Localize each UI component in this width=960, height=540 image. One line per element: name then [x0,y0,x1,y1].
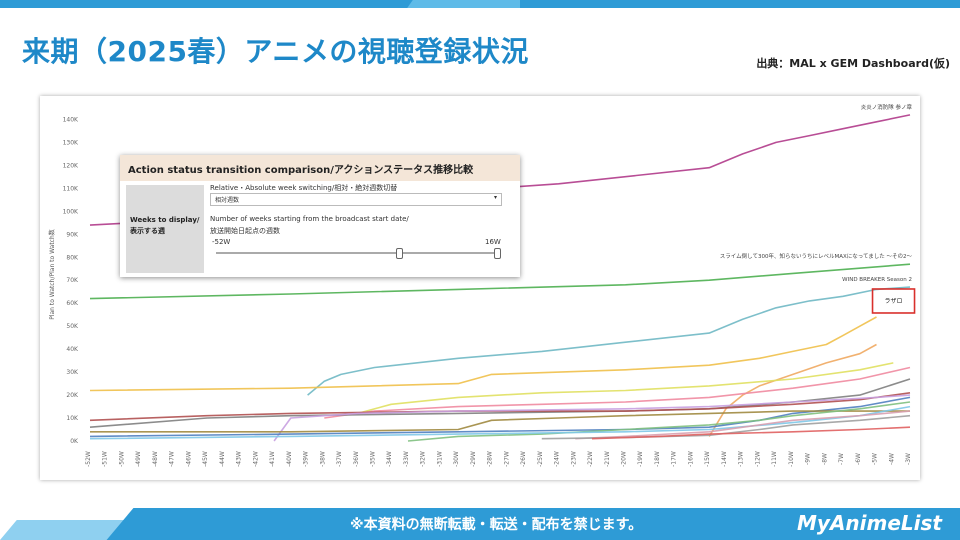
x-tick-label: -24W [554,451,561,467]
top-band-right [520,0,960,8]
filter-panel-title: Action status transition comparison/アクショ… [128,165,474,176]
y-tick-label: 70K [66,277,79,284]
weeks-to-display-label: Weeks to display/ 表示する週 [130,216,200,235]
x-tick-label: -32W [420,451,427,467]
weeks-range-label: Number of weeks starting from the broadc… [210,215,409,223]
x-tick-label: -45W [202,451,209,467]
x-tick-label: -31W [436,451,443,467]
footnote: ※本資料の無断転載・転送・配布を禁じます。 [350,517,643,533]
x-tick-label: -20W [621,451,628,467]
source-note: 出典：MAL x GEM Dashboard(仮) [756,57,950,70]
x-tick-label: -29W [470,451,477,467]
y-tick-label: 60K [66,300,79,307]
x-tick-label: -48W [152,451,159,467]
week-switch-label: Relative・Absolute week switching/相対・絶対週数… [210,184,398,192]
y-tick-label: 120K [63,162,79,169]
range-min-label: -52W [212,238,231,246]
y-tick-label: 30K [66,369,79,376]
y-tick-label: 90K [66,231,79,238]
filter-panel-side: Weeks to display/ 表示する週 [126,185,204,273]
y-tick-label: 40K [66,346,79,353]
x-tick-label: -7W [838,453,845,465]
x-tick-label: -15W [704,451,711,467]
range-max-label: 16W [485,238,501,246]
x-tick-label: -27W [503,451,510,467]
x-tick-label: -8W [821,453,828,465]
x-tick-label: -23W [570,451,577,467]
series-line [541,414,911,440]
x-tick-label: -4W [888,453,895,465]
week-switch-value: 相対週数 [215,197,240,204]
x-tick-label: -52W [85,451,92,467]
chart-frame: Plan to Watch/Plan to Watch数 0K 10K 20K 30K 4… [40,96,920,480]
x-tick-label: -49W [135,451,142,467]
x-tick-label: -50W [118,451,125,467]
y-tick-label: 130K [63,139,79,146]
y-tick-label: 10K [66,415,79,422]
y-axis-label: Plan to Watch/Plan to Watch数 [48,229,56,320]
brand-logo: MyAnimeList [797,511,942,535]
x-tick-label: -33W [403,451,410,467]
slide-title: 来期（2025春）アニメの視聴登録状況 [22,35,529,68]
x-tick-label: -22W [587,451,594,467]
x-tick-label: -30W [453,451,460,467]
x-tick-label: -26W [520,451,527,467]
x-tick-label: -51W [102,451,109,467]
x-tick-label: -35W [369,451,376,467]
highlight-label: ラザロ [885,298,903,305]
x-tick-label: -3W [905,453,912,465]
series-line [307,286,911,396]
filter-panel: Action status transition comparison/アクショ… [120,155,520,277]
weeks-range-label-jp: 放送開始日起点の週数 [210,227,280,235]
chevron-down-icon: ▾ [493,194,497,201]
line-chart: Plan to Watch/Plan to Watch数 0K 10K 20K 30K 4… [48,103,916,467]
weeks-slider-right-handle[interactable] [494,248,501,259]
top-band [0,0,960,8]
y-tick-label: 100K [63,208,79,215]
weeks-slider-left-handle[interactable] [396,248,403,259]
x-tick-label: -38W [319,451,326,467]
filter-panel-header: Action status transition comparison/アクショ… [120,155,520,181]
y-tick-label: 140K [63,116,79,123]
x-tick-label: -40W [286,451,293,467]
x-tick-label: -41W [269,451,276,467]
y-tick-label: 0K [70,438,79,445]
y-tick-label: 20K [66,392,79,399]
week-switch-select[interactable]: 相対週数 ▾ [210,193,502,206]
x-tick-label: -42W [252,451,259,467]
x-tick-label: -6W [855,453,862,465]
x-tick-label: -18W [654,451,661,467]
x-tick-label: -19W [637,451,644,467]
x-tick-label: -47W [169,451,176,467]
x-tick-label: -11W [771,451,778,467]
x-tick-label: -37W [336,451,343,467]
series-label: スライム倒して300年、知らないうちにレベルMAXになってました ～その2～ [720,252,913,260]
x-tick-label: -14W [721,451,728,467]
x-tick-label: -9W [805,453,812,465]
series-label: WIND BREAKER Season 2 [842,277,912,283]
series-label: 炎炎ノ消防隊 参ノ章 [861,103,913,111]
x-tick-label: -12W [754,451,761,467]
x-tick-label: -25W [537,451,544,467]
y-tick-label: 80K [66,254,79,261]
x-tick-label: -43W [236,451,243,467]
x-tick-label: -44W [219,451,226,467]
x-tick-label: -13W [738,451,745,467]
x-tick-label: -46W [185,451,192,467]
y-tick-label: 110K [63,185,79,192]
x-tick-label: -10W [788,451,795,467]
x-tick-label: -28W [487,451,494,467]
y-tick-label: 50K [66,323,79,330]
weeks-slider-track[interactable] [216,252,498,254]
x-tick-label: -34W [386,451,393,467]
x-tick-label: -17W [671,451,678,467]
x-tick-label: -16W [687,451,694,467]
x-tick-label: -5W [872,453,879,465]
x-tick-label: -36W [353,451,360,467]
top-band-left [0,0,470,8]
x-tick-label: -21W [604,451,611,467]
x-tick-label: -39W [303,451,310,467]
series-line [89,316,877,392]
